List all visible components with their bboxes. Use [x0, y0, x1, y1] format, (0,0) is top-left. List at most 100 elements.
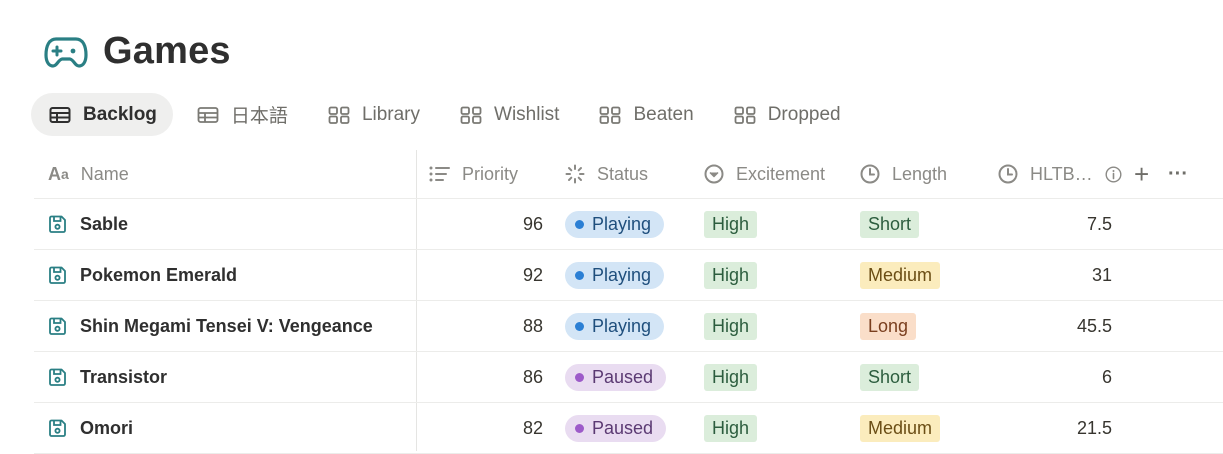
column-header-hltb[interactable]: HLTB…: [998, 150, 1122, 198]
status-badge: Paused: [565, 414, 667, 442]
status-cell[interactable]: Paused: [565, 403, 667, 453]
more-options-button[interactable]: ···: [1168, 150, 1188, 198]
status-label: Playing: [592, 213, 652, 234]
game-name: Transistor: [80, 366, 168, 387]
tab-library[interactable]: Library: [310, 93, 436, 136]
excitement-tag: High: [704, 363, 758, 391]
select-chevron-icon: [704, 164, 724, 184]
priority-value[interactable]: 96: [523, 199, 543, 249]
ellipsis-icon: ···: [1168, 162, 1188, 185]
column-header-length[interactable]: Length: [860, 150, 947, 198]
length-cell[interactable]: Short: [860, 199, 920, 249]
status-dot: [575, 321, 584, 331]
column-label: Status: [597, 163, 649, 184]
excitement-tag: High: [704, 414, 758, 442]
status-dot: [575, 270, 584, 280]
page-title: Games: [103, 30, 231, 72]
tab-japanese[interactable]: 日本語: [179, 93, 304, 136]
status-cell[interactable]: Playing: [565, 250, 665, 300]
excitement-cell[interactable]: High: [704, 250, 758, 300]
table-row[interactable]: Pokemon Emerald 92 Playing High Medium 3…: [34, 250, 1223, 301]
hltb-value[interactable]: 21.5: [1077, 403, 1112, 453]
status-cell[interactable]: Playing: [565, 199, 665, 249]
name-cell[interactable]: Pokemon Emerald: [48, 250, 237, 300]
status-label: Paused: [592, 366, 654, 387]
status-label: Paused: [592, 417, 654, 438]
priority-value[interactable]: 92: [523, 250, 543, 300]
page-header: Games: [44, 30, 231, 73]
length-tag: Long: [860, 312, 917, 340]
priority-value[interactable]: 82: [523, 403, 543, 453]
status-dot: [575, 219, 584, 229]
status-dot: [575, 372, 584, 382]
tab-label: Dropped: [767, 103, 841, 125]
tab-beaten[interactable]: Beaten: [581, 93, 709, 136]
length-cell[interactable]: Medium: [860, 250, 941, 300]
hltb-value[interactable]: 45.5: [1077, 301, 1112, 351]
status-cell[interactable]: Paused: [565, 352, 667, 402]
length-cell[interactable]: Long: [860, 301, 917, 351]
excitement-cell[interactable]: High: [704, 352, 758, 402]
status-badge: Playing: [565, 210, 665, 238]
list-icon: [428, 165, 450, 183]
length-tag: Medium: [860, 414, 941, 442]
hltb-value[interactable]: 6: [1102, 352, 1112, 402]
length-tag: Medium: [860, 261, 941, 289]
gallery-icon: [599, 106, 621, 124]
column-label: HLTB…: [1030, 163, 1093, 184]
plus-icon: +: [1134, 158, 1150, 189]
floppy-disk-icon: [48, 317, 67, 336]
floppy-disk-icon: [48, 215, 67, 234]
column-header-excitement[interactable]: Excitement: [704, 150, 825, 198]
table-body: Sable 96 Playing High Short 7.5 Pokemon …: [34, 199, 1223, 454]
tab-label: Backlog: [83, 103, 157, 125]
table-header: Aa Name Priority Status Excitement Lengt…: [34, 150, 1223, 199]
clock-icon: [860, 164, 880, 184]
table-icon: [197, 106, 219, 124]
floppy-disk-icon: [48, 419, 67, 438]
tab-label: Library: [361, 103, 421, 125]
length-tag: Short: [860, 363, 920, 391]
hltb-value[interactable]: 7.5: [1087, 199, 1112, 249]
column-header-name[interactable]: Aa Name: [48, 150, 129, 198]
table-row[interactable]: Transistor 86 Paused High Short 6: [34, 352, 1223, 403]
length-cell[interactable]: Short: [860, 352, 920, 402]
info-icon[interactable]: [1105, 165, 1122, 183]
table-row[interactable]: Sable 96 Playing High Short 7.5: [34, 199, 1223, 250]
tab-backlog[interactable]: Backlog: [31, 93, 173, 136]
table-icon: [49, 106, 71, 124]
name-cell[interactable]: Transistor: [48, 352, 167, 402]
table-row[interactable]: Shin Megami Tensei V: Vengeance 88 Playi…: [34, 301, 1223, 352]
excitement-cell[interactable]: High: [704, 199, 758, 249]
priority-value[interactable]: 88: [523, 301, 543, 351]
tab-label: 日本語: [230, 106, 288, 127]
column-header-status[interactable]: Status: [565, 150, 648, 198]
column-header-priority[interactable]: Priority: [428, 150, 518, 198]
excitement-cell[interactable]: High: [704, 301, 758, 351]
status-badge: Playing: [565, 312, 665, 340]
column-label: Name: [80, 163, 129, 184]
excitement-tag: High: [704, 261, 758, 289]
name-cell[interactable]: Sable: [48, 199, 128, 249]
priority-value[interactable]: 86: [523, 352, 543, 402]
text-property-icon: Aa: [48, 163, 69, 184]
excitement-cell[interactable]: High: [704, 403, 758, 453]
table-row[interactable]: Omori 82 Paused High Medium 21.5: [34, 403, 1223, 454]
gamepad-icon[interactable]: [44, 35, 88, 69]
hltb-value[interactable]: 31: [1092, 250, 1112, 300]
status-cell[interactable]: Playing: [565, 301, 665, 351]
name-cell[interactable]: Shin Megami Tensei V: Vengeance: [48, 301, 373, 351]
status-dot: [575, 423, 584, 433]
tab-label: Beaten: [633, 103, 694, 125]
status-label: Playing: [592, 315, 652, 336]
add-property-button[interactable]: +: [1134, 150, 1149, 198]
tab-wishlist[interactable]: Wishlist: [442, 93, 575, 136]
name-cell[interactable]: Omori: [48, 403, 133, 453]
clock-icon: [998, 164, 1018, 184]
game-name: Sable: [80, 213, 129, 234]
tab-dropped[interactable]: Dropped: [716, 93, 857, 136]
status-badge: Paused: [565, 363, 667, 391]
gallery-icon: [734, 106, 756, 124]
column-label: Length: [892, 163, 948, 184]
length-cell[interactable]: Medium: [860, 403, 941, 453]
